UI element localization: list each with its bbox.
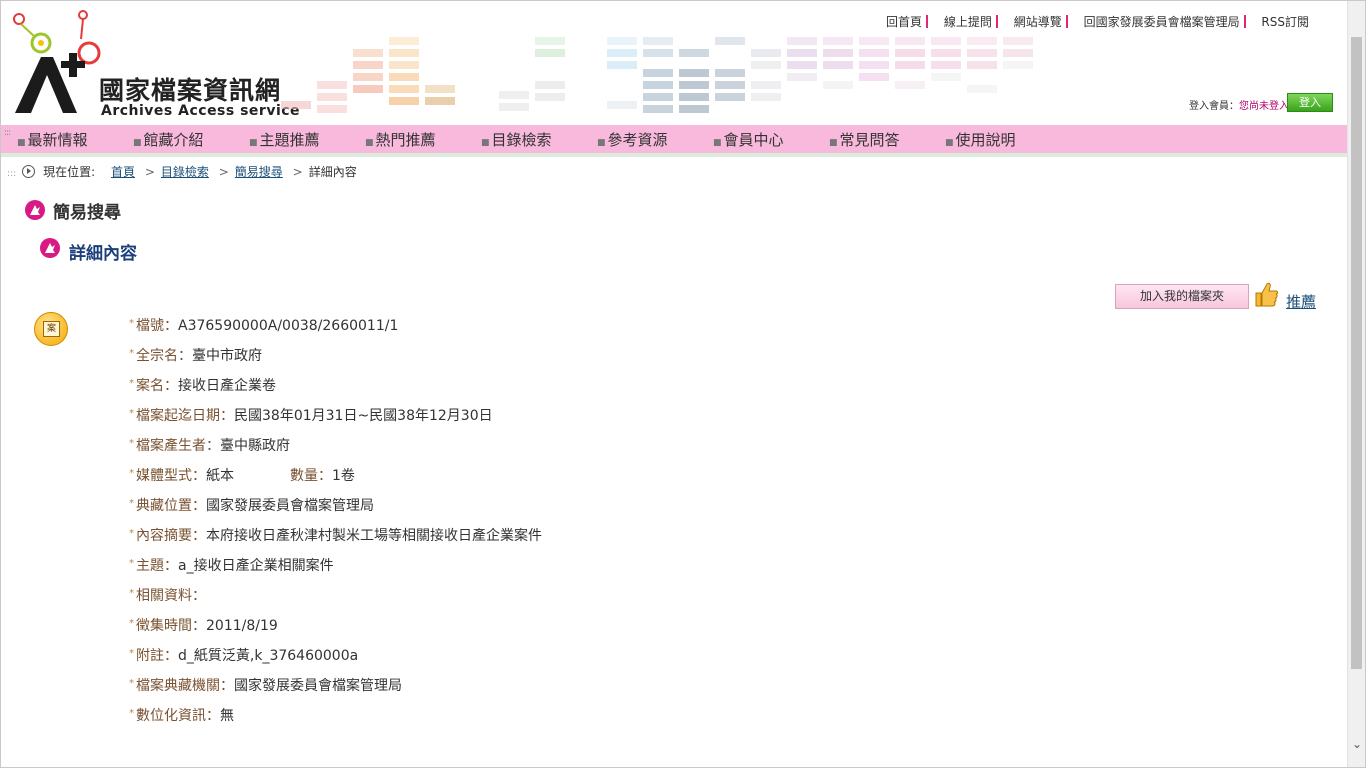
login-button[interactable]: 登入 [1287, 93, 1333, 112]
field-fonds: * 全宗名：臺中市政府 [129, 348, 262, 364]
header-decoration [281, 37, 1033, 113]
field-location: * 典藏位置：國家發展委員會檔案管理局 [129, 498, 374, 514]
nav-item-member[interactable]: ■ 會員中心 [713, 129, 784, 150]
logo-title: 國家檔案資訊網 [99, 76, 282, 105]
record-folder-icon: 案 [34, 312, 68, 346]
field-subject: * 主題：a_接收日產企業相關案件 [129, 558, 334, 574]
login-status: 登入會員：您尚未登入 [1189, 97, 1289, 112]
site-logo[interactable]: 國家檔案資訊網 Archives Access service [11, 9, 300, 119]
subsection-title-icon [40, 238, 60, 258]
record-details: * 檔號：A376590000A/0038/2660011/1 * 全宗名：臺中市政… [129, 315, 542, 735]
nav-item-collection[interactable]: ■ 館藏介紹 [133, 129, 204, 150]
breadcrumb-current: 詳細內容 [308, 165, 357, 179]
field-related: * 相關資料： [129, 588, 206, 604]
breadcrumb-prefix: 現在位置: [43, 165, 96, 179]
field-notes: * 附註：d_紙質泛黃,k_376460000a [129, 648, 359, 664]
section-title: 簡易搜尋 [53, 203, 121, 223]
top-links: 回首頁 線上提問 網站導覽 回國家發展委員會檔案管理局 RSS訂閱 [886, 13, 1309, 30]
top-link-home[interactable]: 回首頁 [886, 15, 922, 29]
logo-mark-icon [13, 10, 101, 113]
field-collected-time: * 徵集時間：2011/8/19 [129, 618, 278, 634]
field-quantity-label: 數量： [290, 468, 332, 484]
main-nav: ::: ■ 最新情報 ■ 館藏介紹 ■ 主題推薦 ■ 熱門推薦 ■ 目錄檢索 ■ 參考資源 … [1, 125, 1347, 157]
scrollbar-thumb[interactable] [1351, 37, 1362, 669]
login-status-text: 您尚未登入 [1239, 101, 1289, 112]
breadcrumb-catalog[interactable]: 目錄檢索 [161, 165, 209, 179]
browser-viewport: 國家檔案資訊網 Archives Access service 回首頁 線上提問… [0, 0, 1366, 768]
nav-item-help[interactable]: ■ 使用說明 [945, 129, 1016, 150]
nav-item-topics[interactable]: ■ 主題推薦 [249, 129, 320, 150]
breadcrumb-dots-icon: ::: [7, 169, 17, 179]
thumbs-up-icon[interactable] [1253, 280, 1279, 308]
section-title-icon [25, 200, 45, 220]
top-link-ask[interactable]: 線上提問 [944, 15, 992, 29]
subsection-title: 詳細內容 [69, 244, 137, 264]
login-label: 登入會員： [1189, 101, 1239, 112]
field-summary: * 內容摘要：本府接收日產秋津村製米工場等相關接收日產企業案件 [129, 528, 542, 544]
nav-item-news[interactable]: ■ 最新情報 [17, 129, 88, 150]
nav-item-faq[interactable]: ■ 常見問答 [829, 129, 900, 150]
breadcrumb-home[interactable]: 首頁 [111, 165, 135, 179]
site-header: 國家檔案資訊網 Archives Access service 回首頁 線上提問… [1, 1, 1347, 123]
field-date-range: * 檔案起迄日期：民國38年01月31日~民國38年12月30日 [129, 408, 493, 424]
breadcrumb: ::: 現在位置: 首頁 > 目錄檢索 > 簡易搜尋 > 詳細內容 [7, 165, 357, 179]
play-icon [22, 165, 36, 178]
field-creator: * 檔案產生者：臺中縣政府 [129, 438, 290, 454]
scroll-down-icon[interactable]: ⌄ [1352, 737, 1362, 751]
recommend-link[interactable]: 推薦 [1286, 291, 1316, 312]
breadcrumb-simple-search[interactable]: 簡易搜尋 [235, 165, 283, 179]
nav-item-popular[interactable]: ■ 熱門推薦 [365, 129, 436, 150]
top-link-rss[interactable]: RSS訂閱 [1261, 15, 1309, 29]
top-link-sitemap[interactable]: 網站導覽 [1014, 15, 1062, 29]
nav-item-catalog[interactable]: ■ 目錄檢索 [481, 129, 552, 150]
field-case-name: * 案名：接收日產企業卷 [129, 378, 276, 394]
field-quantity-value: 1卷 [332, 468, 355, 484]
nav-grip-icon: ::: [4, 128, 11, 138]
logo-subtitle: Archives Access service [101, 103, 301, 119]
field-media-type: * 媒體型式：紙本 數量：1卷 [129, 468, 355, 484]
top-link-ndc[interactable]: 回國家發展委員會檔案管理局 [1084, 15, 1240, 29]
field-digitization: * 數位化資訊：無 [129, 708, 234, 724]
add-to-folder-button[interactable]: 加入我的檔案夾 [1115, 284, 1249, 309]
field-file-no: * 檔號：A376590000A/0038/2660011/1 [129, 318, 399, 334]
nav-item-resources[interactable]: ■ 參考資源 [597, 129, 668, 150]
vertical-scrollbar[interactable]: ⌄ [1347, 1, 1365, 767]
field-holding-agency: * 檔案典藏機關：國家發展委員會檔案管理局 [129, 678, 402, 694]
